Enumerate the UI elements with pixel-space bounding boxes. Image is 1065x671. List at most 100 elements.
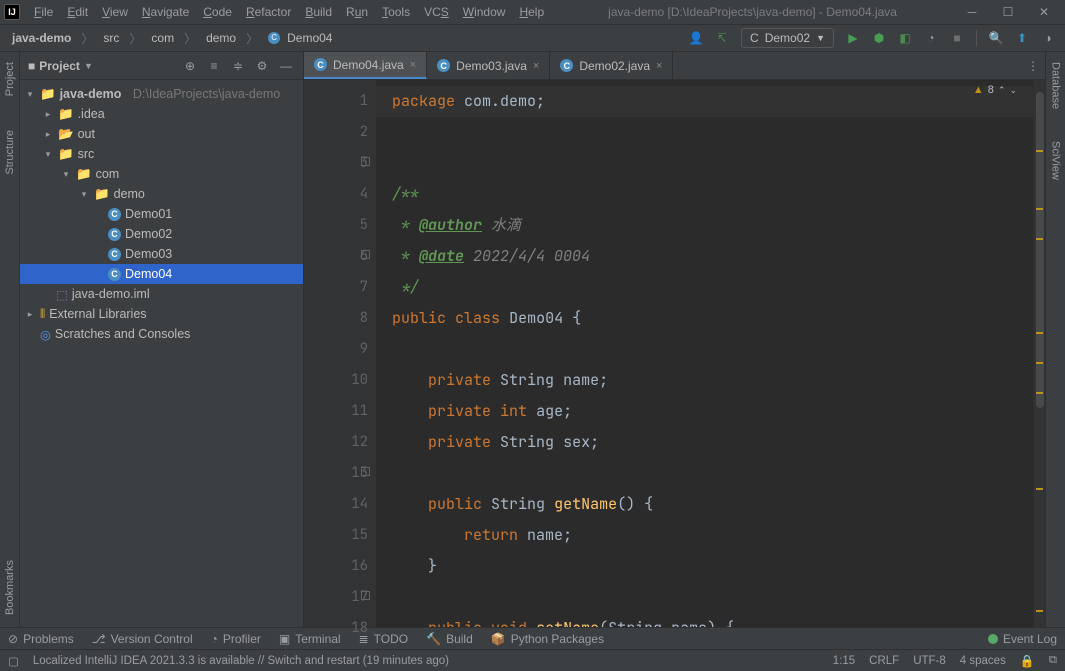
- menu-help[interactable]: Help: [513, 5, 550, 19]
- editor-area: C Demo04.java × C Demo03.java × C Demo02…: [304, 52, 1045, 627]
- breadcrumb-src[interactable]: src: [97, 29, 125, 47]
- project-panel-title[interactable]: ■ Project ▼: [28, 59, 93, 73]
- update-icon[interactable]: ⬆: [1011, 27, 1033, 49]
- right-tool-rail: Database SciView: [1045, 52, 1065, 627]
- rail-project[interactable]: Project: [4, 58, 16, 100]
- settings-gear-icon[interactable]: ⚙: [253, 59, 271, 73]
- vcs-button[interactable]: ⎇Version Control: [92, 632, 193, 646]
- problems-button[interactable]: ⊘Problems: [8, 632, 74, 646]
- menu-refactor[interactable]: Refactor: [240, 5, 297, 19]
- menu-navigate[interactable]: Navigate: [136, 5, 195, 19]
- build-button[interactable]: 🔨Build: [426, 632, 473, 646]
- code-content[interactable]: package com.demo; /** * @author 水滴 * @da…: [376, 80, 1033, 627]
- tab-demo04[interactable]: C Demo04.java ×: [304, 52, 427, 79]
- menu-code[interactable]: Code: [197, 5, 238, 19]
- memory-indicator-icon[interactable]: ⧉: [1049, 654, 1057, 667]
- tree-external-libs[interactable]: ▸⫴External Libraries: [20, 304, 303, 324]
- breadcrumb-class[interactable]: CDemo04: [262, 29, 338, 47]
- breadcrumb-sep-icon: 〉: [246, 30, 258, 47]
- navigation-toolbar: java-demo 〉 src 〉 com 〉 demo 〉 CDemo04 👤…: [0, 24, 1065, 52]
- breadcrumb-com[interactable]: com: [145, 29, 180, 47]
- tab-more-icon[interactable]: ⋮: [1021, 52, 1045, 79]
- warning-icon: ▲: [973, 84, 984, 96]
- terminal-icon: ▣: [279, 632, 290, 646]
- breadcrumb-project[interactable]: java-demo: [6, 29, 77, 47]
- menu-build[interactable]: Build: [299, 5, 338, 19]
- breadcrumb-demo[interactable]: demo: [200, 29, 242, 47]
- search-icon[interactable]: 🔍: [985, 27, 1007, 49]
- inspection-widget[interactable]: ▲ 8 ⌃ ⌄: [973, 84, 1017, 96]
- stop-button[interactable]: ■: [946, 27, 968, 49]
- indent-setting[interactable]: 4 spaces: [960, 655, 1006, 667]
- menu-window[interactable]: Window: [457, 5, 512, 19]
- rail-structure[interactable]: Structure: [4, 126, 16, 179]
- tree-com[interactable]: ▾📁com: [20, 164, 303, 184]
- line-separator[interactable]: CRLF: [869, 655, 899, 667]
- class-icon: C: [108, 248, 121, 261]
- chevron-up-icon[interactable]: ⌃: [998, 85, 1006, 96]
- code-editor[interactable]: ▲ 8 ⌃ ⌄ 1 2 3− 4 5 6− 7 8 9 10 11 12 13−…: [304, 80, 1045, 627]
- collapse-all-icon[interactable]: ≑: [229, 59, 247, 73]
- menu-edit[interactable]: Edit: [61, 5, 94, 19]
- hide-panel-icon[interactable]: —: [277, 59, 295, 73]
- tree-src[interactable]: ▾📁src: [20, 144, 303, 164]
- fold-icon[interactable]: −: [361, 591, 370, 600]
- python-packages-button[interactable]: 📦Python Packages: [491, 632, 604, 646]
- window-maximize-button[interactable]: ☐: [991, 0, 1025, 24]
- menu-view[interactable]: View: [96, 5, 134, 19]
- tool-window-quick-access-icon[interactable]: ▢: [8, 654, 19, 668]
- debug-button[interactable]: ⬢: [868, 27, 890, 49]
- add-user-icon[interactable]: 👤: [685, 27, 707, 49]
- window-minimize-button[interactable]: ─: [955, 0, 989, 24]
- tree-class-demo03[interactable]: CDemo03: [20, 244, 303, 264]
- ide-features-icon[interactable]: ◑: [1037, 27, 1059, 49]
- gutter[interactable]: 1 2 3− 4 5 6− 7 8 9 10 11 12 13− 14 15 1…: [304, 80, 376, 627]
- run-button[interactable]: ▶: [842, 27, 864, 49]
- branch-icon: ⎇: [92, 632, 106, 646]
- tree-scratches[interactable]: ◎Scratches and Consoles: [20, 324, 303, 344]
- fold-icon[interactable]: −: [361, 467, 370, 476]
- close-tab-icon[interactable]: ×: [656, 60, 662, 72]
- fold-icon[interactable]: −: [361, 157, 370, 166]
- rail-database[interactable]: Database: [1050, 58, 1062, 113]
- rail-sciview[interactable]: SciView: [1050, 137, 1062, 184]
- tree-iml[interactable]: ⬚java-demo.iml: [20, 284, 303, 304]
- project-tree[interactable]: ▾📁 java-demo D:\IdeaProjects\java-demo ▸…: [20, 80, 303, 627]
- close-tab-icon[interactable]: ×: [533, 60, 539, 72]
- tab-demo03[interactable]: C Demo03.java ×: [427, 52, 550, 79]
- profiler-button[interactable]: ◔Profiler: [211, 632, 261, 646]
- status-message[interactable]: Localized IntelliJ IDEA 2021.3.3 is avai…: [33, 655, 449, 667]
- tree-out[interactable]: ▸📂out: [20, 124, 303, 144]
- readonly-lock-icon[interactable]: 🔒: [1020, 654, 1035, 668]
- scrollbar-thumb[interactable]: [1036, 92, 1044, 408]
- tree-class-demo02[interactable]: CDemo02: [20, 224, 303, 244]
- profile-button[interactable]: ◔: [920, 27, 942, 49]
- tree-idea[interactable]: ▸📁.idea: [20, 104, 303, 124]
- menu-file[interactable]: File: [28, 5, 59, 19]
- fold-icon[interactable]: −: [361, 250, 370, 259]
- tree-class-demo04[interactable]: CDemo04: [20, 264, 303, 284]
- tree-demo[interactable]: ▾📁demo: [20, 184, 303, 204]
- tree-root[interactable]: ▾📁 java-demo D:\IdeaProjects\java-demo: [20, 84, 303, 104]
- menu-run[interactable]: Run: [340, 5, 374, 19]
- window-close-button[interactable]: ✕: [1027, 0, 1061, 24]
- coverage-button[interactable]: ◧: [894, 27, 916, 49]
- select-opened-file-icon[interactable]: ⊕: [181, 59, 199, 73]
- class-icon: C: [560, 59, 573, 72]
- tab-demo02[interactable]: C Demo02.java ×: [550, 52, 673, 79]
- status-bar: ▢ Localized IntelliJ IDEA 2021.3.3 is av…: [0, 649, 1065, 671]
- caret-position[interactable]: 1:15: [833, 655, 855, 667]
- rail-bookmarks[interactable]: Bookmarks: [4, 556, 16, 619]
- menu-tools[interactable]: Tools: [376, 5, 416, 19]
- expand-all-icon[interactable]: ≡: [205, 59, 223, 73]
- error-stripe[interactable]: [1033, 80, 1045, 627]
- menu-vcs[interactable]: VCS: [418, 5, 455, 19]
- file-encoding[interactable]: UTF-8: [913, 655, 946, 667]
- chevron-down-icon[interactable]: ⌄: [1009, 85, 1017, 96]
- run-config-selector[interactable]: C Demo02 ▼: [741, 28, 834, 48]
- build-hammer-icon[interactable]: ↸: [711, 27, 733, 49]
- class-icon: C: [108, 228, 121, 241]
- event-log-button[interactable]: Event Log: [988, 632, 1057, 646]
- tree-class-demo01[interactable]: CDemo01: [20, 204, 303, 224]
- close-tab-icon[interactable]: ×: [410, 59, 416, 71]
